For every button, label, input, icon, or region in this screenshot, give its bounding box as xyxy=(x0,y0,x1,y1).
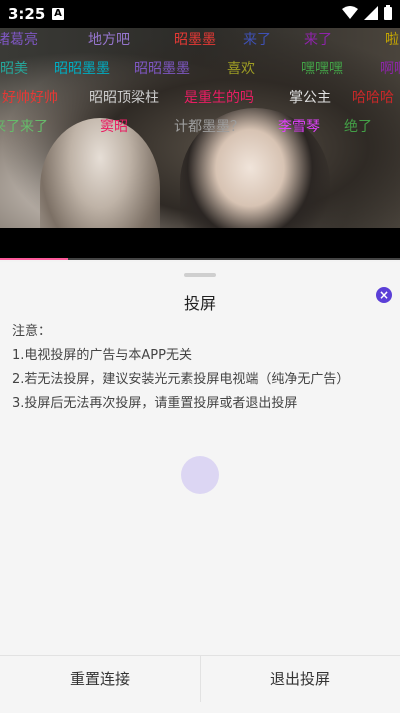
video-player[interactable]: 诸葛亮 地方吧 昭墨墨 来了 来了 啦 昭美 昭昭墨墨 昭昭墨墨 喜欢 嘿嘿嘿 … xyxy=(0,0,400,260)
danmaku-item: 我来了来了 xyxy=(0,119,48,135)
loading-spinner xyxy=(181,456,219,494)
danmaku-item: 掌公主 xyxy=(289,90,331,106)
danmaku-item: 绝了 xyxy=(344,119,372,135)
notification-icon: A xyxy=(52,8,64,20)
danmaku-item: 嘿嘿嘿 xyxy=(301,61,343,77)
notice-line: 2.若无法投屏，建议安装光元素投屏电视端（纯净无广告） xyxy=(12,372,350,387)
notice-line: 1.电视投屏的广告与本APP无关 xyxy=(12,348,192,363)
status-time: 3:25 xyxy=(8,5,46,23)
danmaku-item: 好帅好帅 xyxy=(2,90,58,106)
cast-sheet: 投屏 × 注意： 1.电视投屏的广告与本APP无关 2.若无法投屏，建议安装光元… xyxy=(0,262,400,713)
video-progress-track[interactable] xyxy=(68,258,400,260)
danmaku-item: 窦昭 xyxy=(100,119,128,135)
danmaku-item: 哈哈哈 xyxy=(352,90,394,106)
danmaku-item: 昭墨墨 xyxy=(174,32,216,48)
status-bar: 3:25 A xyxy=(0,0,400,28)
danmaku-item: 昭昭墨墨 xyxy=(54,61,110,77)
close-button[interactable]: × xyxy=(376,287,392,303)
danmaku-item: 李雪琴 xyxy=(278,119,320,135)
danmaku-item: 计都墨墨？ xyxy=(174,119,244,135)
exit-cast-button[interactable]: 退出投屏 xyxy=(200,656,400,702)
danmaku-item: 昭昭墨墨 xyxy=(134,61,190,77)
status-icons xyxy=(342,4,392,24)
danmaku-item: 是重生的吗 xyxy=(184,90,254,106)
danmaku-item: 啦 xyxy=(385,32,399,48)
sheet-title: 投屏 xyxy=(183,294,216,313)
signal-icon xyxy=(364,5,378,24)
notice-line: 注意： xyxy=(12,324,52,339)
danmaku-item: 地方吧 xyxy=(88,32,130,48)
danmaku-item: 昭昭顶梁柱 xyxy=(89,90,159,106)
video-bottom-bar xyxy=(0,228,400,260)
notice-line: 3.投屏后无法再次投屏，请重置投屏或者退出投屏 xyxy=(12,396,298,411)
battery-icon xyxy=(384,4,392,24)
drag-handle[interactable] xyxy=(184,273,216,277)
danmaku-item: 来了 xyxy=(304,32,332,48)
reset-connection-button[interactable]: 重置连接 xyxy=(0,656,200,702)
danmaku-item: 啊啊 xyxy=(380,61,400,77)
danmaku-item: 诸葛亮 xyxy=(0,32,38,48)
notice-text: 注意： 1.电视投屏的广告与本APP无关 2.若无法投屏，建议安装光元素投屏电视… xyxy=(12,320,392,416)
video-progress-played[interactable] xyxy=(0,258,68,260)
danmaku-item: 昭美 xyxy=(0,61,28,77)
danmaku-item: 来了 xyxy=(243,32,271,48)
sheet-footer: 重置连接 退出投屏 xyxy=(0,655,400,713)
wifi-icon xyxy=(342,5,358,24)
danmaku-item: 喜欢 xyxy=(227,61,255,77)
